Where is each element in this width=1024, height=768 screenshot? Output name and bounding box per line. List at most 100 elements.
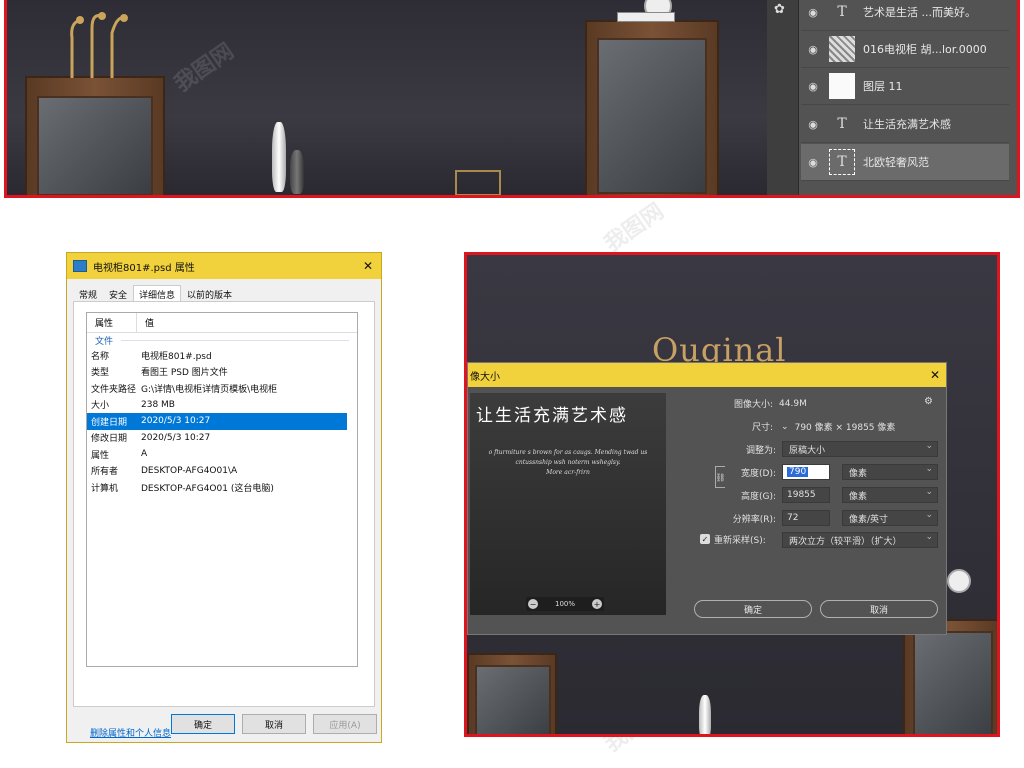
property-value: 看图王 PSD 图片文件	[141, 368, 228, 379]
height-unit-select[interactable]: 像素	[842, 487, 938, 503]
properties-title: 电视柜801#.psd 属性	[93, 262, 195, 274]
top-banner-screenshot: ✿ ◉ T 艺术是生活 ...而美好。 ◉ 016电视柜 胡...lor.000…	[4, 0, 1020, 198]
image-size-label: 图像大小:	[734, 400, 774, 410]
property-key: 文件夹路径	[91, 384, 137, 395]
book-stack	[617, 12, 675, 22]
property-value: 电视柜801#.psd	[141, 351, 212, 362]
ok-button[interactable]: 确定	[694, 600, 812, 618]
dimensions-row: 尺寸: ⌄ 790 像素 × 19855 像素	[752, 420, 895, 434]
dimensions-label: 尺寸:	[752, 423, 774, 433]
clock-decor	[947, 569, 971, 593]
height-input[interactable]: 19855	[782, 487, 830, 503]
image-size-dialog: 像大小 ✕ 让生活充满艺术感 o fturmiture s brown for …	[467, 362, 947, 635]
dialog-title: 像大小	[470, 371, 500, 383]
preview-line: o fturmiture s brown for as caugs. Mendi…	[488, 449, 648, 456]
section-file: 文件	[87, 333, 357, 347]
eye-icon[interactable]: ◉	[801, 80, 825, 93]
list-item[interactable]: 修改日期 2020/5/3 10:27	[87, 430, 357, 447]
list-item[interactable]: 所有者 DESKTOP-AFG4O01\A	[87, 463, 357, 480]
properties-titlebar: 电视柜801#.psd 属性 ✕	[67, 253, 381, 279]
list-item[interactable]: 属性 A	[87, 446, 357, 463]
preview-heading: 让生活充满艺术感	[476, 406, 628, 426]
property-value: DESKTOP-AFG4O01\A	[141, 465, 238, 476]
layer-name: 图层 11	[863, 80, 903, 93]
details-header: 属性 值	[87, 313, 357, 333]
close-icon[interactable]: ✕	[363, 259, 373, 273]
list-item[interactable]: 文件夹路径 G:\详情\电视柜详情页模板\电视柜	[87, 380, 357, 397]
close-icon[interactable]: ✕	[930, 368, 940, 382]
zoom-in-button[interactable]: +	[591, 599, 602, 609]
resolution-label: 分辨率(R):	[732, 515, 776, 525]
fit-to-label: 调整为:	[745, 446, 776, 456]
gear-icon[interactable]: ⚙	[924, 396, 933, 407]
bottom-left-glass	[475, 665, 551, 734]
property-key: 名称	[91, 351, 110, 362]
fit-to-select[interactable]: 原稿大小	[782, 441, 938, 457]
image-size-row: 图像大小: 44.9M	[734, 397, 807, 411]
resolution-unit-select[interactable]: 像素/英寸	[842, 510, 938, 526]
eye-icon[interactable]: ◉	[801, 6, 825, 19]
layer-name: 北欧轻奢风范	[863, 156, 929, 169]
cancel-button[interactable]: 取消	[820, 600, 938, 618]
ok-button[interactable]: 确定	[171, 714, 235, 734]
property-key: 属性	[91, 450, 110, 461]
apply-button[interactable]: 应用(A)	[313, 714, 377, 734]
image-size-titlebar: 像大小 ✕	[468, 363, 946, 387]
chevron-down-icon[interactable]: ⌄	[781, 422, 789, 432]
layer-row[interactable]: ◉ 图层 11	[801, 68, 1009, 105]
list-item[interactable]: 计算机 DESKTOP-AFG4O01 (这台电脑)	[87, 479, 357, 496]
text-layer-icon: T	[837, 4, 847, 20]
white-layer-thumbnail	[829, 73, 855, 99]
layers-toolstrip: ✿	[767, 0, 799, 195]
property-value: 2020/5/3 10:27	[141, 432, 211, 443]
eye-icon[interactable]: ◉	[801, 43, 825, 56]
resample-select[interactable]: 两次立方（较平滑）（扩大）	[782, 532, 938, 548]
width-value: 790	[787, 467, 809, 477]
zoom-out-button[interactable]: −	[528, 599, 538, 609]
palette-icon[interactable]: ✿	[774, 2, 792, 18]
cancel-button[interactable]: 取消	[242, 714, 306, 734]
layer-row[interactable]: ◉ T 让生活充满艺术感	[801, 106, 1009, 143]
image-preview[interactable]: 让生活充满艺术感 o fturmiture s brown for as cau…	[470, 393, 666, 615]
image-size-value: 44.9M	[779, 398, 807, 409]
resample-checkbox[interactable]: ✓	[700, 534, 710, 544]
property-value: 238 MB	[141, 399, 175, 410]
width-label: 宽度(D):	[741, 469, 776, 479]
right-cabinet-glass	[597, 38, 707, 194]
details-list[interactable]: 属性 值 文件 名称 电视柜801#.psd 类型 看图王 PSD 图片文件 文件夹…	[86, 312, 358, 667]
list-item-selected[interactable]: 创建日期 2020/5/3 10:27	[87, 413, 347, 430]
resolution-input[interactable]: 72	[782, 510, 830, 526]
layer-row-selected[interactable]: ◉ T 北欧轻奢风范	[801, 144, 1009, 181]
resample-label: 重新采样(S):	[714, 536, 766, 546]
text-layer-icon: T	[837, 116, 847, 132]
left-cabinet-glass	[37, 96, 153, 195]
list-item[interactable]: 大小 238 MB	[87, 397, 357, 414]
file-icon	[73, 260, 87, 272]
width-input[interactable]: 790	[782, 464, 830, 480]
property-key: 大小	[91, 401, 110, 412]
remove-properties-link[interactable]: 删除属性和个人信息	[90, 726, 171, 739]
width-unit-select[interactable]: 像素	[842, 464, 938, 480]
property-key: 所有者	[91, 467, 119, 478]
frame-object	[455, 170, 501, 195]
property-key: 计算机	[91, 483, 119, 494]
layer-row[interactable]: ◉ T 艺术是生活 ...而美好。	[801, 0, 1009, 31]
preview-line: cntussnship wsh noterm wsheglsy.	[515, 459, 621, 466]
list-item[interactable]: 类型 看图王 PSD 图片文件	[87, 364, 357, 381]
eye-icon[interactable]: ◉	[801, 156, 825, 169]
property-value: A	[141, 449, 148, 460]
property-value: DESKTOP-AFG4O01 (这台电脑)	[141, 483, 274, 494]
layer-name: 让生活充满艺术感	[863, 118, 951, 131]
details-panel: 属性 值 文件 名称 电视柜801#.psd 类型 看图王 PSD 图片文件 文件夹…	[73, 301, 375, 739]
column-header-property[interactable]: 属性	[87, 313, 137, 332]
property-value: 2020/5/3 10:27	[141, 416, 211, 427]
zoom-level: 100%	[554, 600, 575, 608]
eye-icon[interactable]: ◉	[801, 118, 825, 131]
list-item[interactable]: 名称 电视柜801#.psd	[87, 347, 357, 364]
image-size-screenshot: Ouginal 像大小 ✕ 让生活充满艺术感 o fturmiture s br…	[464, 252, 1000, 737]
property-key: 修改日期	[91, 434, 128, 445]
layer-row[interactable]: ◉ 016电视柜 胡...lor.0000	[801, 31, 1009, 68]
bird-sculpture	[62, 8, 132, 78]
column-header-value[interactable]: 值	[137, 316, 154, 329]
text-layer-icon: T	[829, 149, 855, 175]
